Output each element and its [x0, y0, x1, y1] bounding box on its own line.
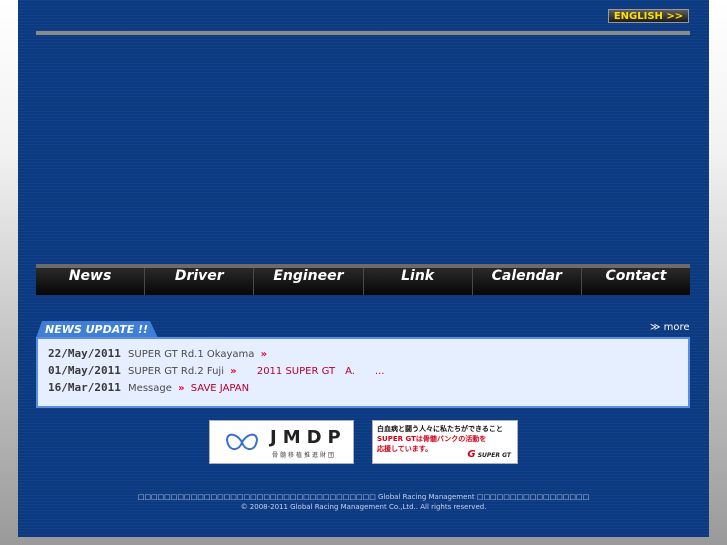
- header-divider: [36, 31, 690, 35]
- nav-calendar[interactable]: Calendar: [472, 268, 582, 295]
- news-update-tab: NEWS UPDATE !!: [36, 321, 158, 338]
- news-date: 16/Mar/2011: [48, 381, 121, 394]
- news-item[interactable]: 22/May/2011 SUPER GT Rd.1 Okayama »: [48, 346, 688, 363]
- double-chevron-icon: »: [260, 349, 268, 360]
- news-date: 01/May/2011: [48, 364, 121, 377]
- super-gt-bonemarrow-banner[interactable]: 白血病と闘う人々に私たちができること SUPER GTは骨髄バンクの活動を 応援…: [372, 420, 518, 464]
- nav-engineer[interactable]: Engineer: [254, 268, 364, 295]
- double-chevron-icon: »: [230, 366, 237, 377]
- news-title[interactable]: SUPER GT Rd.1 Okayama: [128, 349, 254, 360]
- jmdp-banner[interactable]: JMDP 骨髄移植推進財団: [209, 420, 354, 464]
- nav-contact[interactable]: Contact: [581, 268, 691, 295]
- nav-news[interactable]: News: [36, 268, 146, 295]
- jmdp-title: JMDP: [270, 427, 347, 448]
- news-date: 22/May/2011: [48, 347, 121, 360]
- super-gt-logo-icon: G SUPER GT: [467, 449, 511, 460]
- main-nav: News Driver Engineer Link Calendar Conta…: [36, 264, 691, 295]
- footer-line: □□□□□□□□□□□□□□□□□□□□□□□□□□□□□□□□□□□□ Glo…: [137, 493, 590, 501]
- nav-link[interactable]: Link: [363, 268, 473, 295]
- news-title[interactable]: SUPER GT Rd.2 Fuji: [128, 366, 224, 377]
- banner-headline: 白血病と闘う人々に私たちができること: [377, 425, 503, 433]
- copyright: © 2008-2011 Global Racing Management Co.…: [240, 503, 487, 511]
- jmdp-subtitle: 骨髄移植推進財団: [272, 452, 337, 459]
- english-button[interactable]: ENGLISH >>: [608, 9, 689, 23]
- page-container: ENGLISH >> News Driver Engineer Link Cal…: [18, 0, 709, 537]
- jmdp-logo-icon: [226, 433, 258, 450]
- news-item[interactable]: 16/Mar/2011 Message » SAVE JAPAN: [48, 380, 688, 397]
- news-extra-text[interactable]: 2011 SUPER GT A. ...: [257, 366, 385, 377]
- nav-driver[interactable]: Driver: [145, 268, 255, 295]
- banner-text: SUPER GTは骨髄バンクの活動を: [377, 435, 487, 443]
- save-japan-link[interactable]: SAVE JAPAN: [191, 383, 249, 394]
- more-link[interactable]: ≫ more: [650, 322, 690, 333]
- double-chevron-icon: »: [178, 383, 185, 394]
- footer: □□□□□□□□□□□□□□□□□□□□□□□□□□□□□□□□□□□□ Glo…: [18, 492, 709, 512]
- news-item[interactable]: 01/May/2011 SUPER GT Rd.2 Fuji » 2011 SU…: [48, 363, 688, 380]
- news-list: 22/May/2011 SUPER GT Rd.1 Okayama » 01/M…: [36, 337, 690, 408]
- news-title[interactable]: Message: [128, 383, 172, 394]
